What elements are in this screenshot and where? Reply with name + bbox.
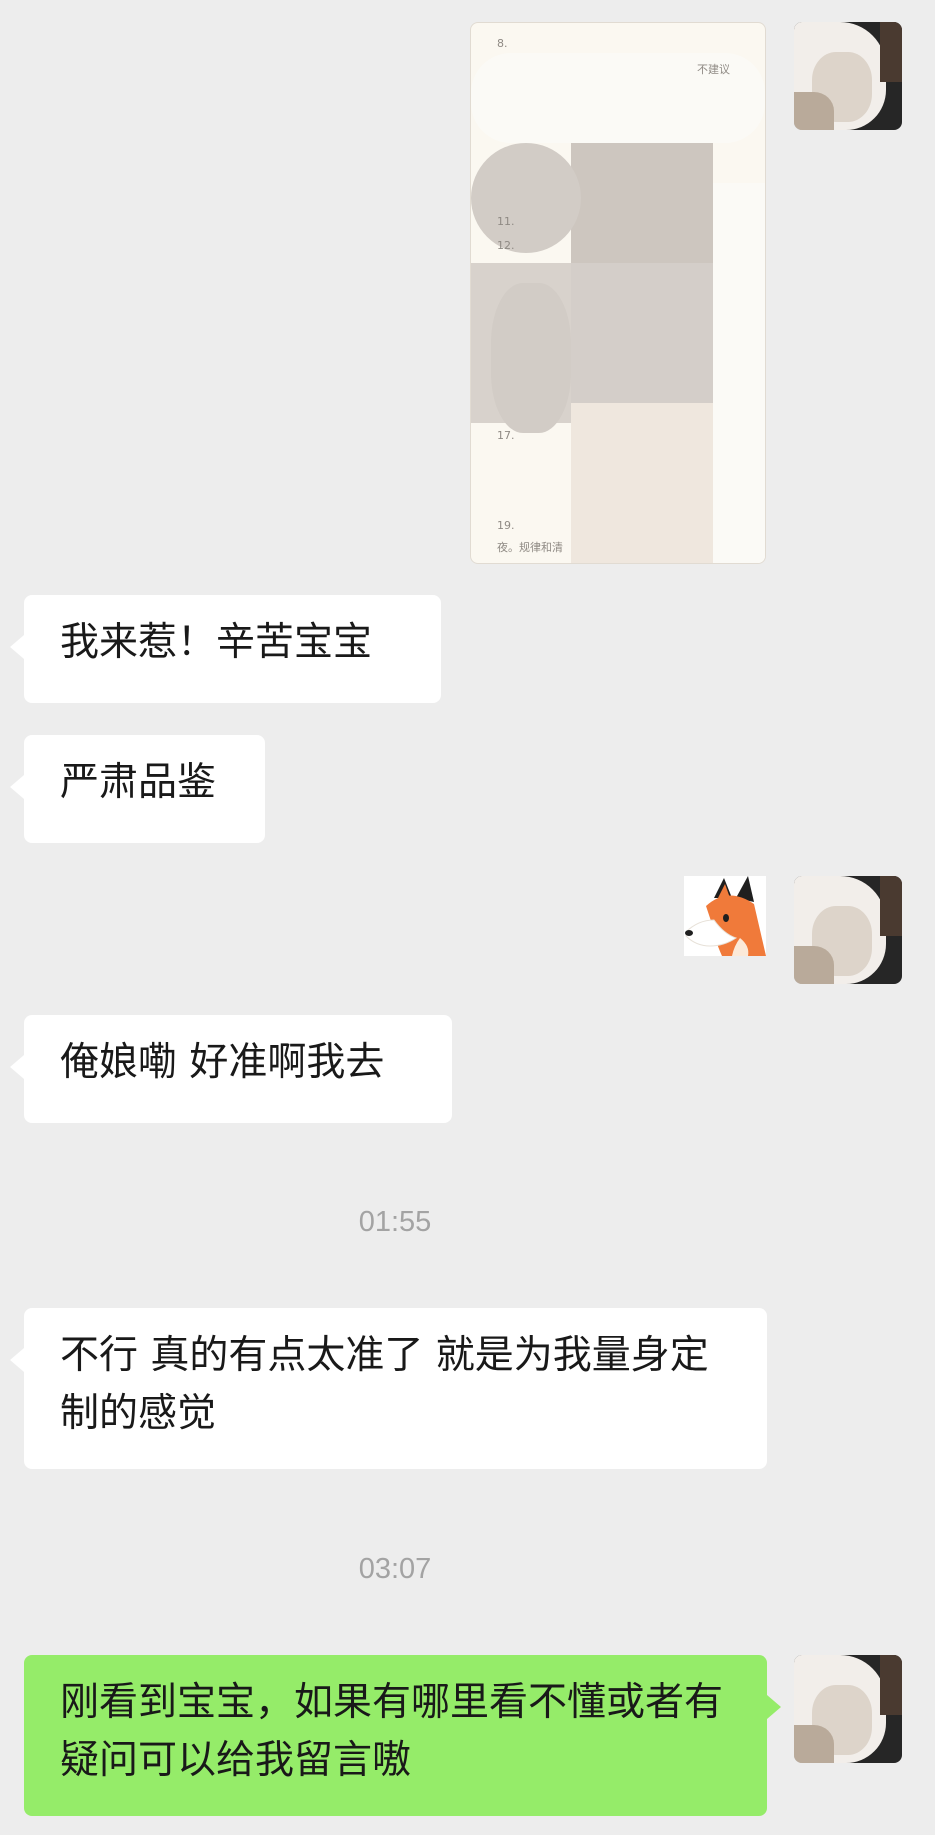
message-text: 不行 真的有点太准了 就是为我量身定制的感觉 — [60, 1333, 709, 1436]
avatar-hair — [880, 1655, 902, 1715]
avatar-fur — [794, 1725, 834, 1763]
blur-smear — [491, 283, 571, 433]
avatar-hair — [880, 22, 902, 82]
doc-fragment: 不建议 — [697, 63, 730, 76]
doc-fragment: 19. — [497, 519, 515, 532]
incoming-message-bubble[interactable]: 我来惹！辛苦宝宝 — [10, 595, 441, 703]
image-tile — [571, 403, 713, 563]
message-text: 严肃品鉴 — [60, 760, 217, 805]
doc-fragment: 11. — [497, 215, 515, 228]
outgoing-message-bubble[interactable]: 刚看到宝宝，如果有哪里看不懂或者有疑问可以给我留言嗷 — [24, 1655, 781, 1816]
fox-sticker-image — [685, 876, 766, 956]
my-avatar[interactable] — [794, 22, 902, 130]
message-text: 俺娘嘞 好准啊我去 — [60, 1040, 385, 1085]
avatar-hair — [880, 876, 902, 936]
fox-sticker[interactable] — [684, 876, 766, 956]
blur-smear — [713, 183, 765, 563]
avatar-fur — [794, 92, 834, 130]
image-tile — [571, 263, 713, 403]
message-text: 刚看到宝宝，如果有哪里看不懂或者有疑问可以给我留言嗷 — [60, 1680, 724, 1783]
blur-smear — [471, 143, 581, 253]
doc-fragment: 12. — [497, 239, 515, 252]
incoming-message-bubble[interactable]: 严肃品鉴 — [10, 735, 265, 843]
doc-fragment: 夜。规律和清 — [497, 541, 563, 554]
incoming-message-bubble[interactable]: 俺娘嘞 好准啊我去 — [10, 1015, 452, 1123]
doc-fragment: 8. — [497, 37, 508, 50]
image-tile — [571, 123, 713, 263]
timestamp: 01:55 — [358, 1206, 432, 1238]
message-text: 我来惹！辛苦宝宝 — [60, 620, 373, 665]
my-avatar[interactable] — [794, 1655, 902, 1763]
sent-image-message[interactable]: 8. 不建议 11. 12. 17. 19. 夜。规律和清 — [470, 22, 766, 564]
avatar-fur — [794, 946, 834, 984]
timestamp: 03:07 — [358, 1553, 432, 1585]
doc-fragment: 17. — [497, 429, 515, 442]
my-avatar[interactable] — [794, 876, 902, 984]
incoming-message-bubble[interactable]: 不行 真的有点太准了 就是为我量身定制的感觉 — [10, 1308, 767, 1469]
